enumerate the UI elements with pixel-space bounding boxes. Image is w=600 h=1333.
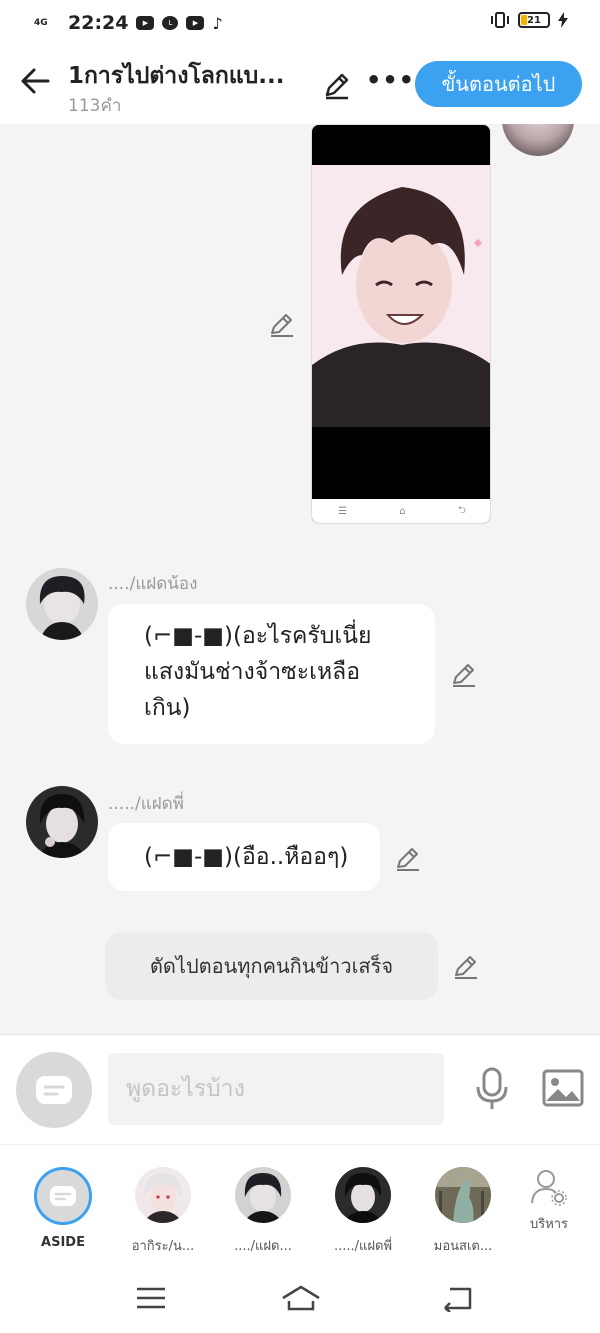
character-twin-older[interactable]: ...../แฝดพี่ — [318, 1167, 408, 1256]
next-step-button[interactable]: ขั้นตอนต่อไป — [415, 61, 582, 107]
edit-pencil-icon[interactable] — [268, 310, 296, 338]
character-label: ...../แฝดพี่ — [333, 1239, 393, 1254]
edit-title-icon[interactable] — [322, 70, 352, 100]
status-bar: 4G 22:24 ▶ L ▶ ♪ 21 — [0, 0, 600, 46]
word-count: 113คำ — [68, 96, 122, 116]
battery-icon: 21 — [518, 12, 550, 28]
app-header: 1การไปต่างโลกแบ... 113คำ ••• ขั้นตอนต่อไ… — [0, 46, 600, 124]
message-line: แสงมันช่างจ้าซะเหลือ — [144, 659, 361, 685]
avatar — [435, 1167, 491, 1223]
edit-pencil-icon[interactable] — [450, 660, 478, 688]
home-icon[interactable] — [281, 1284, 321, 1312]
system-nav-bar — [0, 1262, 600, 1333]
more-options-icon[interactable]: ••• — [366, 66, 415, 94]
message-line: (⌐■-■)(อะไรครับเนี่ย — [144, 623, 372, 649]
manage-characters-button[interactable]: บริหาร — [504, 1167, 594, 1234]
microphone-icon[interactable] — [474, 1067, 510, 1111]
message-line: (⌐■-■)(อือ..หืออๆ) — [144, 844, 349, 870]
narration-bubble[interactable]: ตัดไปตอนทุกคนกินข้าวเสร็จ — [105, 932, 438, 1000]
line-icon: L — [162, 16, 179, 30]
image-upload-icon[interactable] — [542, 1069, 584, 1107]
character-label: บริหาร — [529, 1217, 569, 1232]
avatar[interactable] — [26, 568, 98, 640]
message-input[interactable] — [108, 1053, 444, 1125]
battery-level: 21 — [527, 14, 541, 26]
back-arrow-icon[interactable] — [18, 64, 52, 98]
character-twin-younger[interactable]: ..../แฝด... — [218, 1167, 308, 1256]
menu-icon: ☰ — [338, 505, 348, 517]
image-nav-bar: ☰ ⌂ ⮌ — [312, 499, 490, 523]
image-message[interactable]: ☰ ⌂ ⮌ — [311, 124, 491, 524]
anime-character-image — [312, 165, 490, 427]
character-label: อากิระ/น... — [131, 1239, 195, 1254]
sender-name: ..../แฝดน้อง — [108, 574, 198, 594]
character-selector: ASIDE อากิระ/น... ..../แฝด... ...../แฝดพ… — [0, 1144, 600, 1262]
youtube-icon: ▶ — [136, 16, 155, 30]
aside-icon — [34, 1167, 92, 1225]
avatar — [135, 1167, 191, 1223]
menu-icon[interactable] — [134, 1284, 168, 1312]
character-label: ..../แฝด... — [234, 1239, 292, 1254]
status-right: 21 — [490, 12, 568, 28]
network-indicator: 4G — [34, 17, 48, 28]
avatar — [335, 1167, 391, 1223]
charging-icon — [558, 12, 568, 28]
back-icon[interactable] — [442, 1284, 476, 1312]
avatar[interactable] — [26, 786, 98, 858]
avatar[interactable] — [502, 124, 574, 156]
character-label: มอนสเต... — [433, 1239, 493, 1254]
page-title: 1การไปต่างโลกแบ... — [68, 63, 285, 89]
status-time: 22:24 — [68, 12, 129, 34]
character-label: ASIDE — [41, 1235, 85, 1250]
edit-pencil-icon[interactable] — [452, 952, 480, 980]
message-line: เกิน) — [144, 695, 191, 721]
character-monster[interactable]: มอนสเต... — [418, 1167, 508, 1256]
chat-area[interactable]: ☰ ⌂ ⮌ ..../แฝดน้อง (⌐■-■)(อะไรครับเนี่ย … — [0, 124, 600, 1034]
home-icon: ⌂ — [399, 505, 406, 517]
message-composer — [0, 1034, 600, 1144]
manage-user-icon — [531, 1170, 567, 1206]
message-bubble[interactable]: (⌐■-■)(อือ..หืออๆ) — [108, 823, 380, 891]
tiktok-icon: ♪ — [212, 13, 223, 33]
chat-bubble-icon — [36, 1076, 72, 1104]
play-icon: ▶ — [186, 16, 205, 30]
status-left: 4G 22:24 ▶ L ▶ ♪ — [34, 12, 223, 34]
return-icon: ⮌ — [457, 504, 466, 516]
message-bubble[interactable]: (⌐■-■)(อะไรครับเนี่ย แสงมันช่างจ้าซะเหลื… — [108, 604, 435, 744]
character-akira[interactable]: อากิระ/น... — [118, 1167, 208, 1256]
vibrate-icon — [491, 12, 509, 28]
avatar — [235, 1167, 291, 1223]
character-aside[interactable]: ASIDE — [18, 1167, 108, 1250]
sender-name: ...../แฝดพี่ — [108, 794, 184, 814]
edit-pencil-icon[interactable] — [394, 844, 422, 872]
aside-mode-button[interactable] — [16, 1052, 92, 1128]
